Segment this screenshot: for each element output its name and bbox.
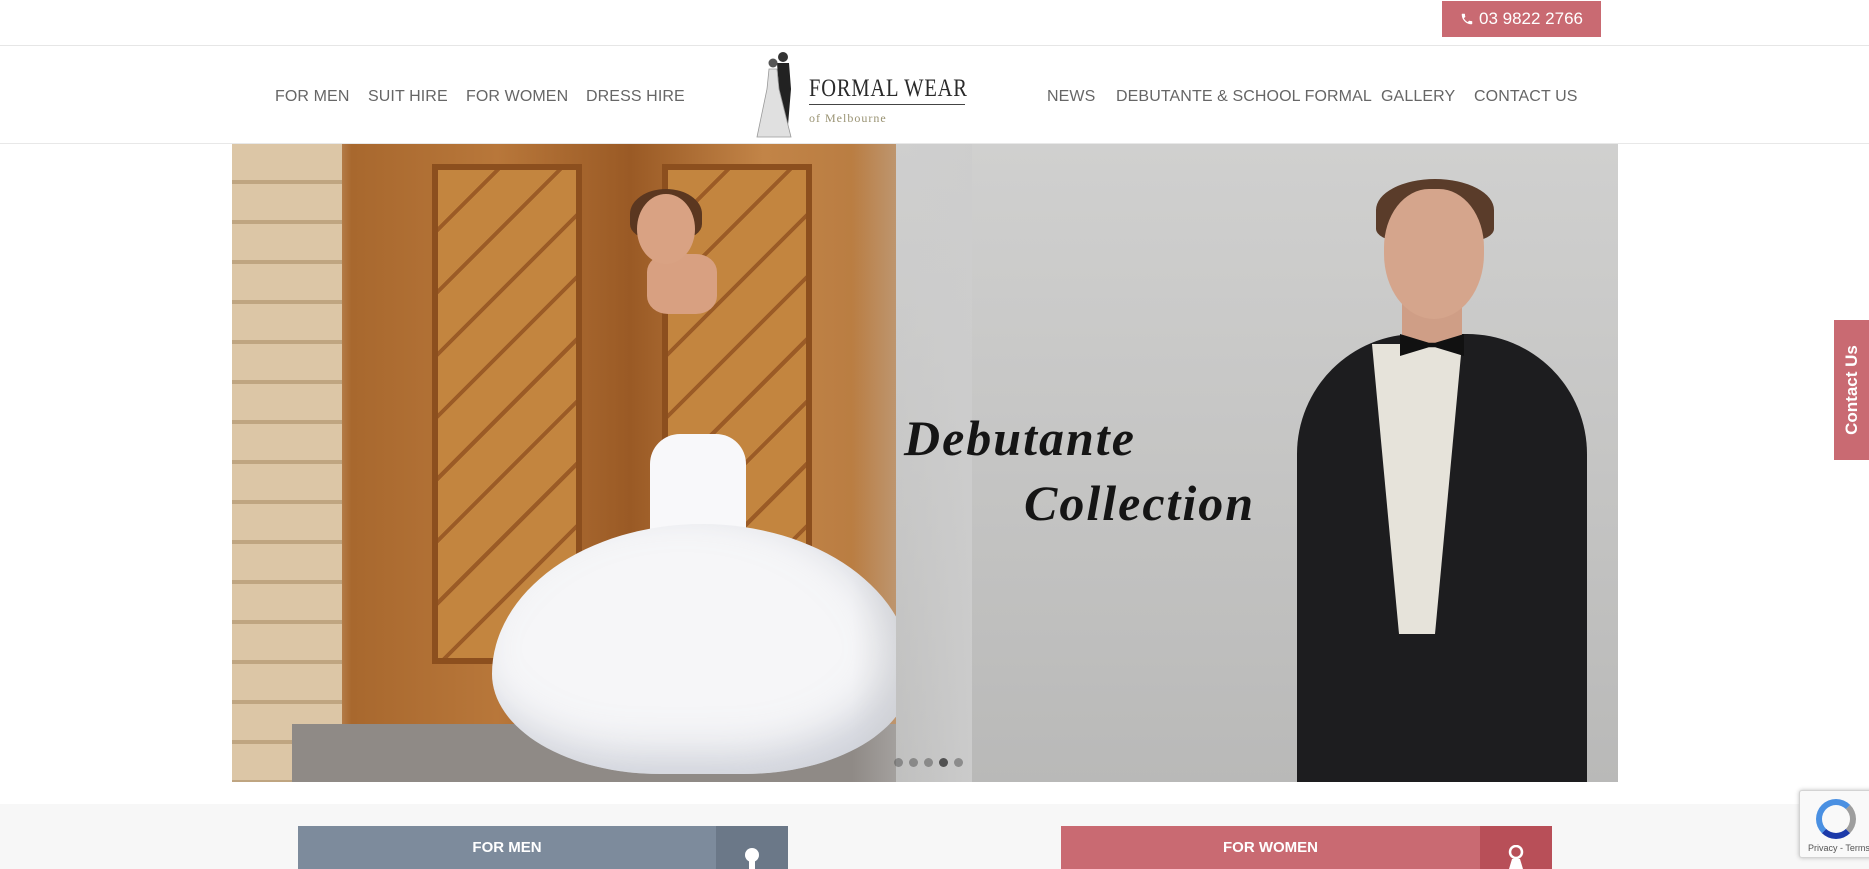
nav-gallery[interactable]: GALLERY (1381, 88, 1455, 106)
couple-silhouette-icon (756, 52, 792, 138)
category-section (0, 804, 1869, 869)
recaptcha-badge[interactable]: Privacy - Terms (1799, 790, 1869, 858)
nav-for-men[interactable]: FOR MEN (275, 88, 349, 106)
female-icon (1480, 826, 1552, 869)
slider-dot-3[interactable] (924, 758, 933, 767)
site-logo[interactable]: FORMAL WEAR of Melbourne (755, 49, 968, 139)
recaptcha-icon (1816, 799, 1856, 839)
wall-siding (232, 144, 342, 782)
slider-dot-5[interactable] (954, 758, 963, 767)
slider-dot-1[interactable] (894, 758, 903, 767)
logo-subtitle: of Melbourne (809, 111, 887, 125)
hero-photo-bride (232, 144, 932, 782)
nav-suit-hire[interactable]: SUIT HIRE (368, 88, 448, 106)
for-women-label: FOR WOMEN (1223, 839, 1318, 856)
recaptcha-links[interactable]: Privacy - Terms (1808, 843, 1869, 853)
for-men-label: FOR MEN (472, 839, 542, 856)
logo-divider (809, 104, 965, 105)
contact-tab-label: Contact Us (1841, 345, 1861, 435)
nav-contact-us[interactable]: CONTACT US (1474, 88, 1578, 106)
logo-title: FORMAL WEAR (809, 75, 968, 102)
nav-news[interactable]: NEWS (1047, 88, 1095, 106)
slider-dot-4[interactable] (939, 758, 948, 767)
slider-pagination (894, 758, 963, 767)
nav-for-women[interactable]: FOR WOMEN (466, 88, 568, 106)
main-header: FOR MEN SUIT HIRE FOR WOMEN DRESS HIRE F… (0, 46, 1869, 144)
phone-number: 03 9822 2766 (1479, 9, 1583, 28)
bride-face (637, 194, 695, 264)
phone-button[interactable]: 03 9822 2766 (1442, 1, 1601, 37)
nav-dress-hire[interactable]: DRESS HIRE (586, 88, 685, 106)
hero-title-line2: Collection (1024, 475, 1256, 531)
for-men-button[interactable]: FOR MEN (298, 826, 788, 869)
nav-debutante-school-formal[interactable]: DEBUTANTE & SCHOOL FORMAL (1116, 88, 1372, 106)
phone-icon (1461, 13, 1473, 25)
contact-us-side-tab[interactable]: Contact Us (1834, 320, 1869, 460)
slider-dot-2[interactable] (909, 758, 918, 767)
groom-figure (1272, 179, 1612, 782)
bride-figure (492, 394, 912, 774)
male-icon (716, 826, 788, 869)
hero-title-line1: Debutante (904, 410, 1136, 466)
top-bar: 03 9822 2766 (0, 0, 1869, 46)
for-women-button[interactable]: FOR WOMEN (1061, 826, 1552, 869)
hero-slider[interactable]: Debutante Collection (232, 144, 1618, 782)
